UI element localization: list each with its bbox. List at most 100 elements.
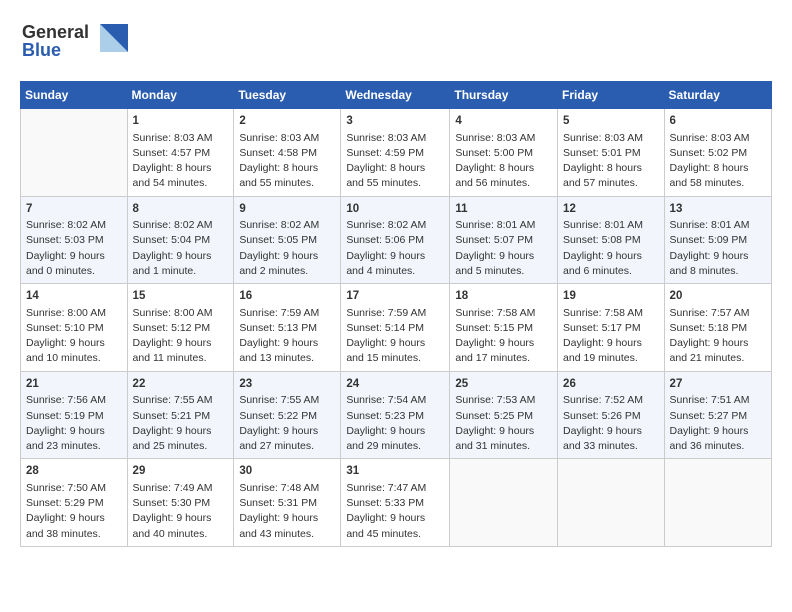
day-info: and 21 minutes.	[670, 351, 766, 366]
day-info: and 19 minutes.	[563, 351, 659, 366]
day-info: Sunrise: 8:02 AM	[26, 218, 122, 233]
day-number: 22	[133, 376, 229, 393]
day-number: 16	[239, 288, 335, 305]
day-info: Daylight: 9 hours	[455, 249, 552, 264]
day-info: and 23 minutes.	[26, 439, 122, 454]
day-number: 30	[239, 463, 335, 480]
day-info: Sunrise: 8:03 AM	[346, 131, 444, 146]
calendar-cell: 11Sunrise: 8:01 AMSunset: 5:07 PMDayligh…	[450, 196, 558, 284]
day-info: Daylight: 9 hours	[455, 336, 552, 351]
day-info: Sunset: 5:27 PM	[670, 409, 766, 424]
calendar-cell: 6Sunrise: 8:03 AMSunset: 5:02 PMDaylight…	[664, 109, 771, 197]
day-number: 6	[670, 113, 766, 130]
calendar-cell: 5Sunrise: 8:03 AMSunset: 5:01 PMDaylight…	[558, 109, 665, 197]
day-info: and 31 minutes.	[455, 439, 552, 454]
day-number: 13	[670, 201, 766, 218]
day-info: Sunset: 5:01 PM	[563, 146, 659, 161]
day-info: and 57 minutes.	[563, 176, 659, 191]
day-info: Daylight: 9 hours	[133, 336, 229, 351]
calendar-cell: 29Sunrise: 7:49 AMSunset: 5:30 PMDayligh…	[127, 459, 234, 547]
day-info: Sunrise: 7:55 AM	[239, 393, 335, 408]
day-info: Sunrise: 7:58 AM	[563, 306, 659, 321]
day-info: Daylight: 9 hours	[346, 249, 444, 264]
day-info: Sunset: 5:23 PM	[346, 409, 444, 424]
svg-text:Blue: Blue	[22, 40, 61, 60]
day-number: 11	[455, 201, 552, 218]
day-info: Daylight: 9 hours	[563, 336, 659, 351]
calendar-cell: 4Sunrise: 8:03 AMSunset: 5:00 PMDaylight…	[450, 109, 558, 197]
day-info: Daylight: 9 hours	[670, 424, 766, 439]
day-info: Sunrise: 8:03 AM	[670, 131, 766, 146]
day-info: Sunset: 5:15 PM	[455, 321, 552, 336]
page-container: General Blue SundayMondayTuesdayWednesda…	[0, 0, 792, 557]
col-header-monday: Monday	[127, 82, 234, 109]
calendar-week-1: 1Sunrise: 8:03 AMSunset: 4:57 PMDaylight…	[21, 109, 772, 197]
col-header-tuesday: Tuesday	[234, 82, 341, 109]
day-info: Daylight: 9 hours	[26, 336, 122, 351]
day-info: and 27 minutes.	[239, 439, 335, 454]
day-info: Sunrise: 7:51 AM	[670, 393, 766, 408]
day-info: Sunset: 5:07 PM	[455, 233, 552, 248]
day-info: Sunset: 5:25 PM	[455, 409, 552, 424]
day-info: Sunset: 5:21 PM	[133, 409, 229, 424]
day-info: Sunset: 5:22 PM	[239, 409, 335, 424]
day-info: Sunrise: 7:58 AM	[455, 306, 552, 321]
day-info: and 36 minutes.	[670, 439, 766, 454]
logo-text: General Blue	[20, 16, 130, 69]
day-number: 27	[670, 376, 766, 393]
day-info: Daylight: 9 hours	[455, 424, 552, 439]
day-info: Sunrise: 8:00 AM	[26, 306, 122, 321]
calendar-week-3: 14Sunrise: 8:00 AMSunset: 5:10 PMDayligh…	[21, 284, 772, 372]
calendar-cell: 8Sunrise: 8:02 AMSunset: 5:04 PMDaylight…	[127, 196, 234, 284]
day-info: Sunset: 5:06 PM	[346, 233, 444, 248]
logo: General Blue	[20, 16, 130, 69]
day-info: and 55 minutes.	[239, 176, 335, 191]
day-info: Sunset: 5:09 PM	[670, 233, 766, 248]
calendar-cell: 12Sunrise: 8:01 AMSunset: 5:08 PMDayligh…	[558, 196, 665, 284]
day-info: and 43 minutes.	[239, 527, 335, 542]
day-info: Sunset: 5:29 PM	[26, 496, 122, 511]
calendar-week-5: 28Sunrise: 7:50 AMSunset: 5:29 PMDayligh…	[21, 459, 772, 547]
day-info: Daylight: 9 hours	[133, 511, 229, 526]
day-info: Sunset: 5:30 PM	[133, 496, 229, 511]
day-info: Daylight: 9 hours	[346, 511, 444, 526]
day-number: 26	[563, 376, 659, 393]
day-info: Sunrise: 7:47 AM	[346, 481, 444, 496]
day-info: Daylight: 8 hours	[455, 161, 552, 176]
day-info: Daylight: 9 hours	[26, 249, 122, 264]
day-number: 20	[670, 288, 766, 305]
day-info: and 38 minutes.	[26, 527, 122, 542]
day-info: Daylight: 9 hours	[563, 424, 659, 439]
day-number: 29	[133, 463, 229, 480]
calendar-cell	[558, 459, 665, 547]
day-number: 21	[26, 376, 122, 393]
calendar-cell: 19Sunrise: 7:58 AMSunset: 5:17 PMDayligh…	[558, 284, 665, 372]
day-info: Sunrise: 7:59 AM	[346, 306, 444, 321]
day-info: and 4 minutes.	[346, 264, 444, 279]
day-info: Sunrise: 8:01 AM	[670, 218, 766, 233]
day-info: Sunrise: 8:03 AM	[133, 131, 229, 146]
day-info: Sunrise: 7:48 AM	[239, 481, 335, 496]
day-number: 7	[26, 201, 122, 218]
col-header-wednesday: Wednesday	[341, 82, 450, 109]
day-info: and 11 minutes.	[133, 351, 229, 366]
day-info: and 55 minutes.	[346, 176, 444, 191]
calendar-cell: 26Sunrise: 7:52 AMSunset: 5:26 PMDayligh…	[558, 371, 665, 459]
day-info: Sunrise: 8:03 AM	[563, 131, 659, 146]
day-info: Sunset: 4:59 PM	[346, 146, 444, 161]
day-info: and 6 minutes.	[563, 264, 659, 279]
day-number: 17	[346, 288, 444, 305]
day-info: and 29 minutes.	[346, 439, 444, 454]
day-info: and 56 minutes.	[455, 176, 552, 191]
calendar-cell: 25Sunrise: 7:53 AMSunset: 5:25 PMDayligh…	[450, 371, 558, 459]
col-header-saturday: Saturday	[664, 82, 771, 109]
day-info: Daylight: 9 hours	[239, 249, 335, 264]
day-number: 4	[455, 113, 552, 130]
day-info: and 2 minutes.	[239, 264, 335, 279]
day-info: Daylight: 8 hours	[563, 161, 659, 176]
day-info: Sunrise: 8:01 AM	[455, 218, 552, 233]
calendar-cell: 24Sunrise: 7:54 AMSunset: 5:23 PMDayligh…	[341, 371, 450, 459]
day-info: and 1 minute.	[133, 264, 229, 279]
day-info: Daylight: 8 hours	[239, 161, 335, 176]
day-info: Daylight: 8 hours	[133, 161, 229, 176]
